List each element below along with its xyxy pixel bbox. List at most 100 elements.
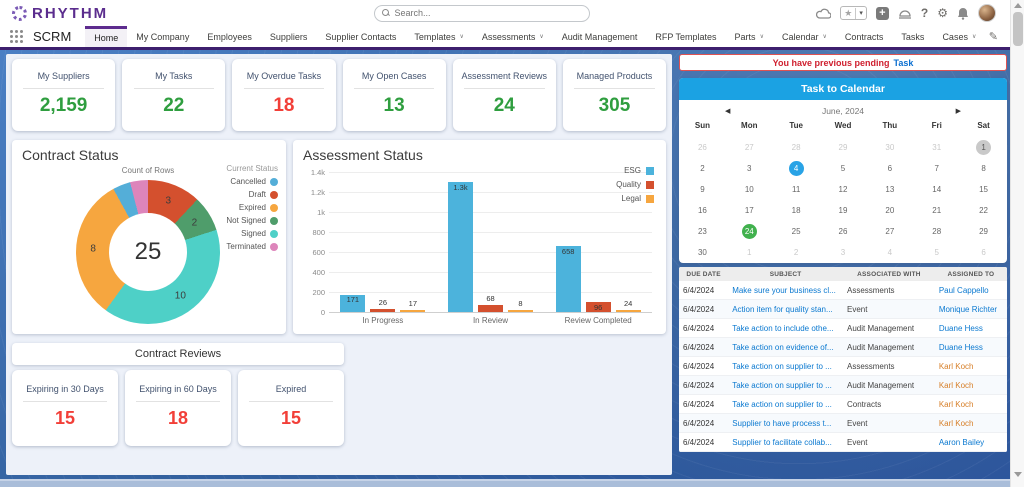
calendar-day-29[interactable]: 29	[960, 221, 1007, 242]
calendar-day-9[interactable]: 9	[679, 179, 726, 200]
task-assignee-link[interactable]: Aaron Bailey	[935, 438, 1007, 447]
global-search[interactable]	[374, 5, 590, 22]
bar-legal-in-progress[interactable]: 17	[400, 172, 425, 312]
tab-templates[interactable]: Templates∨	[405, 26, 472, 47]
tab-employees[interactable]: Employees	[198, 26, 261, 47]
assistant-icon[interactable]	[816, 8, 831, 19]
legend-item-esg[interactable]: ESG	[616, 166, 654, 175]
calendar-day-28[interactable]: 28	[913, 221, 960, 242]
favorites-dropdown-icon[interactable]: ▾	[856, 9, 866, 17]
page-scrollbar[interactable]	[1010, 0, 1024, 487]
kpi-my-open-cases[interactable]: My Open Cases13	[343, 59, 446, 131]
scroll-down-icon[interactable]	[1014, 472, 1022, 477]
tab-assessments[interactable]: Assessments∨	[473, 26, 553, 47]
scroll-up-icon[interactable]	[1014, 3, 1022, 8]
banner-task-link[interactable]: Task	[894, 58, 914, 68]
calendar-day-1[interactable]: 1	[960, 137, 1007, 158]
task-assignee-link[interactable]: Karl Koch	[935, 381, 1007, 390]
tab-my-company[interactable]: My Company	[127, 26, 198, 47]
guidance-icon[interactable]	[898, 7, 912, 19]
bar-quality-in-review[interactable]: 68	[478, 172, 503, 312]
kpi-my-suppliers[interactable]: My Suppliers2,159	[12, 59, 115, 131]
legend-item-quality[interactable]: Quality	[616, 180, 654, 189]
task-subject-link[interactable]: Supplier to facilitate collab...	[728, 438, 843, 447]
bar-esg-in-progress[interactable]: 171	[340, 172, 365, 312]
tab-parts[interactable]: Parts∨	[726, 26, 773, 47]
bar-esg-in-review[interactable]: 1.3k	[448, 172, 473, 312]
calendar-day-2[interactable]: 2	[773, 242, 820, 263]
legend-item-expired[interactable]: Expired	[226, 203, 278, 212]
tab-tasks[interactable]: Tasks	[892, 26, 933, 47]
kpi-assessment-reviews[interactable]: Assessment Reviews24	[453, 59, 556, 131]
calendar-day-2[interactable]: 2	[679, 158, 726, 179]
calendar-day-6[interactable]: 6	[960, 242, 1007, 263]
tab-rfp-templates[interactable]: RFP Templates	[646, 26, 725, 47]
task-subject-link[interactable]: Take action on evidence of...	[728, 343, 843, 352]
task-assignee-link[interactable]: Karl Koch	[935, 362, 1007, 371]
tab-calendar[interactable]: Calendar∨	[773, 26, 836, 47]
review-expiring-in-30-days[interactable]: Expiring in 30 Days15	[12, 370, 118, 446]
task-subject-link[interactable]: Take action to include othe...	[728, 324, 843, 333]
kpi-managed-products[interactable]: Managed Products305	[563, 59, 666, 131]
calendar-day-12[interactable]: 12	[820, 179, 867, 200]
bar-legal-in-review[interactable]: 8	[508, 172, 533, 312]
calendar-day-1[interactable]: 1	[726, 242, 773, 263]
task-assignee-link[interactable]: Karl Koch	[935, 400, 1007, 409]
tab-suppliers[interactable]: Suppliers	[261, 26, 317, 47]
calendar-day-19[interactable]: 19	[820, 200, 867, 221]
task-assignee-link[interactable]: Monique Richter	[935, 305, 1007, 314]
calendar-day-11[interactable]: 11	[773, 179, 820, 200]
calendar-day-5[interactable]: 5	[820, 158, 867, 179]
review-expired[interactable]: Expired15	[238, 370, 344, 446]
task-subject-link[interactable]: Take action on supplier to ...	[728, 381, 843, 390]
task-assignee-link[interactable]: Duane Hess	[935, 343, 1007, 352]
calendar-day-26[interactable]: 26	[820, 221, 867, 242]
tab-home[interactable]: Home	[85, 26, 127, 47]
scrollbar-thumb[interactable]	[1013, 12, 1023, 46]
calendar-day-18[interactable]: 18	[773, 200, 820, 221]
task-subject-link[interactable]: Take action on supplier to ...	[728, 362, 843, 371]
legend-item-legal[interactable]: Legal	[616, 194, 654, 203]
calendar-day-28[interactable]: 28	[773, 137, 820, 158]
search-input[interactable]	[395, 8, 583, 18]
calendar-day-25[interactable]: 25	[773, 221, 820, 242]
bar-quality-review-completed[interactable]: 96	[586, 172, 611, 312]
favorites-control[interactable]: ★ ▾	[840, 6, 867, 20]
favorite-star-icon[interactable]: ★	[841, 8, 856, 19]
task-subject-link[interactable]: Action item for quality stan...	[728, 305, 843, 314]
global-actions-icon[interactable]: +	[876, 7, 889, 20]
tab-supplier-contacts[interactable]: Supplier Contacts	[316, 26, 405, 47]
app-launcher-icon[interactable]	[10, 30, 23, 43]
calendar-day-26[interactable]: 26	[679, 137, 726, 158]
calendar-day-23[interactable]: 23	[679, 221, 726, 242]
review-expiring-in-60-days[interactable]: Expiring in 60 Days18	[125, 370, 231, 446]
calendar-day-8[interactable]: 8	[960, 158, 1007, 179]
calendar-day-27[interactable]: 27	[866, 221, 913, 242]
tab-contracts[interactable]: Contracts	[836, 26, 893, 47]
calendar-day-22[interactable]: 22	[960, 200, 1007, 221]
kpi-my-tasks[interactable]: My Tasks22	[122, 59, 225, 131]
calendar-day-15[interactable]: 15	[960, 179, 1007, 200]
legend-item-draft[interactable]: Draft	[226, 190, 278, 199]
legend-item-cancelled[interactable]: Cancelled	[226, 177, 278, 186]
calendar-day-17[interactable]: 17	[726, 200, 773, 221]
next-month-icon[interactable]: ▶	[956, 107, 961, 115]
legend-item-terminated[interactable]: Terminated	[226, 242, 278, 251]
calendar-day-3[interactable]: 3	[726, 158, 773, 179]
bar-quality-in-progress[interactable]: 26	[370, 172, 395, 312]
user-avatar[interactable]	[978, 4, 996, 22]
contract-status-donut[interactable]: 25 32108	[76, 180, 220, 324]
task-subject-link[interactable]: Supplier to have process t...	[728, 419, 843, 428]
calendar-day-30[interactable]: 30	[679, 242, 726, 263]
calendar-day-16[interactable]: 16	[679, 200, 726, 221]
setup-gear-icon[interactable]: ⚙	[937, 7, 948, 19]
calendar-day-4[interactable]: 4	[866, 242, 913, 263]
calendar-day-4[interactable]: 4	[773, 158, 820, 179]
calendar-day-7[interactable]: 7	[913, 158, 960, 179]
calendar-day-10[interactable]: 10	[726, 179, 773, 200]
calendar-day-5[interactable]: 5	[913, 242, 960, 263]
task-subject-link[interactable]: Make sure your business cl...	[728, 286, 843, 295]
task-subject-link[interactable]: Take action on supplier to ...	[728, 400, 843, 409]
task-assignee-link[interactable]: Duane Hess	[935, 324, 1007, 333]
calendar-day-6[interactable]: 6	[866, 158, 913, 179]
